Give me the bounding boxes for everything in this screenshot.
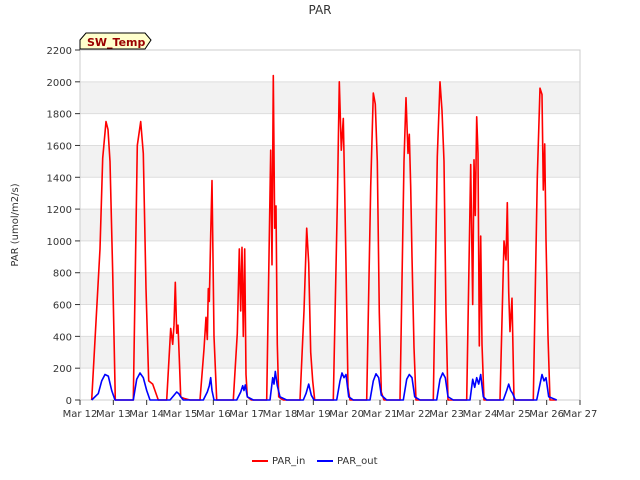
x-tick-label: Mar 12 (63, 409, 98, 420)
background-band (80, 209, 580, 241)
x-tick-label: Mar 14 (129, 409, 164, 420)
y-tick-label: 0 (66, 396, 72, 407)
y-axis-title: PAR (umol/m2/s) (10, 183, 21, 266)
y-tick-label: 1400 (47, 173, 72, 184)
x-tick-label: Mar 17 (229, 409, 264, 420)
legend: PAR_in PAR_out (252, 456, 378, 467)
y-tick-label: 1200 (47, 205, 72, 216)
x-tick-label: Mar 20 (329, 409, 364, 420)
x-tick-label: Mar 15 (163, 409, 198, 420)
x-tick-label: Mar 16 (196, 409, 231, 420)
y-tick-label: 600 (53, 301, 72, 312)
y-tick-label: 800 (53, 269, 72, 280)
x-tick-label: Mar 19 (296, 409, 331, 420)
series-line-par-out (91, 370, 557, 401)
badge-label: SW_Temp (87, 36, 146, 49)
x-tick-label: Mar 13 (96, 409, 131, 420)
background-band (80, 145, 580, 178)
x-tick-label: Mar 25 (496, 409, 531, 420)
y-tick-label: 2000 (47, 78, 72, 89)
x-tick-label: Mar 23 (429, 409, 464, 420)
x-tick-label: Mar 24 (463, 409, 498, 420)
legend-label: PAR_in (272, 456, 305, 467)
legend-label: PAR_out (337, 456, 378, 467)
background-band (80, 336, 580, 369)
x-tick-label: Mar 18 (263, 409, 298, 420)
y-tick-label: 200 (53, 364, 72, 375)
x-tick-label: Mar 22 (396, 409, 431, 420)
x-tick-label: Mar 26 (529, 409, 564, 420)
y-tick-label: 1600 (47, 141, 72, 152)
x-axis-ticks: Mar 12Mar 13Mar 14Mar 15Mar 16Mar 17Mar … (63, 400, 598, 420)
par-chart: 0 200 400 600 800 1000 1200 1400 1600 1800 2000 220… (10, 3, 598, 467)
x-tick-label: Mar 21 (363, 409, 398, 420)
y-tick-label: 1800 (47, 110, 72, 121)
x-tick-label: Mar 27 (563, 409, 598, 420)
y-axis-ticks: 0 200 400 600 800 1000 1200 1400 1600 1800 2000 220… (47, 46, 80, 407)
background-band (80, 272, 580, 305)
background-bands (80, 81, 580, 369)
y-tick-label: 2200 (47, 46, 72, 57)
y-tick-label: 1000 (47, 237, 72, 248)
background-band (80, 81, 580, 114)
y-tick-label: 400 (53, 332, 72, 343)
chart-title: PAR (308, 3, 331, 17)
sw-temp-badge: SW_Temp (79, 32, 152, 50)
